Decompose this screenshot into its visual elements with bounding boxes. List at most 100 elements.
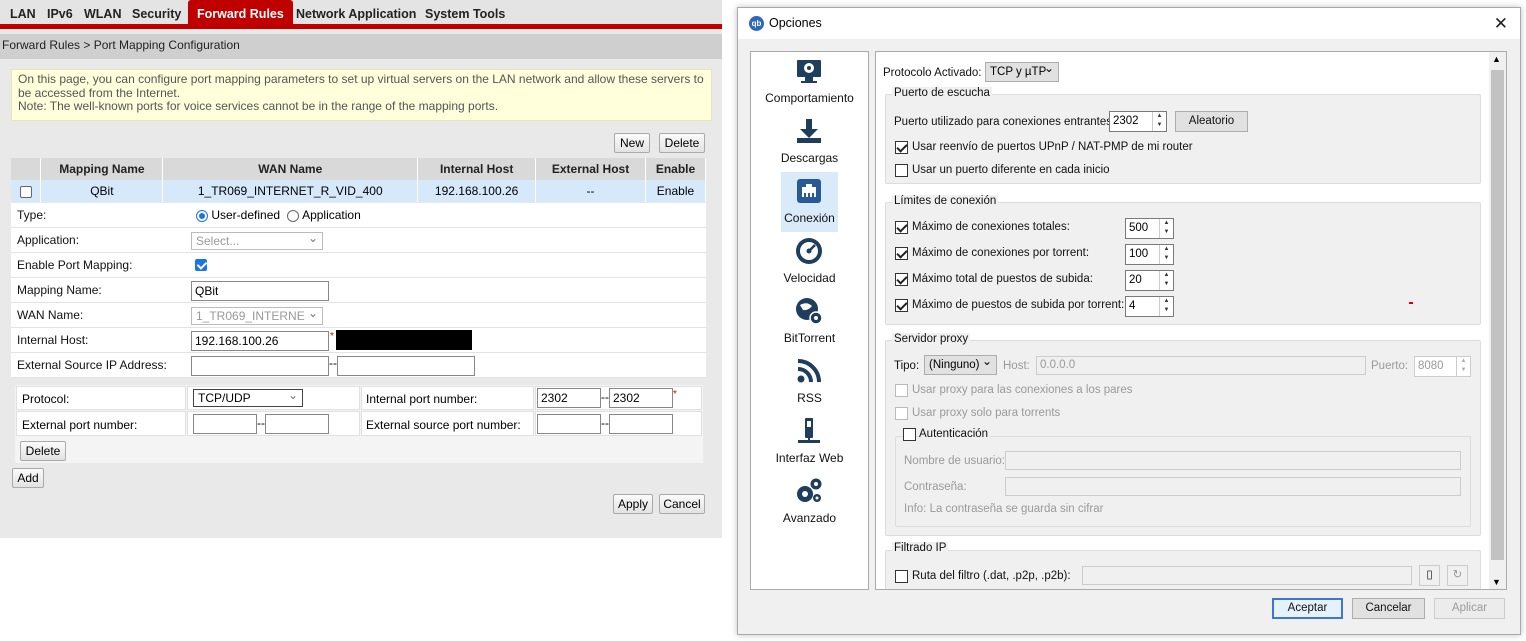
cancel-button[interactable]: Cancel (659, 494, 705, 514)
nav-security[interactable]: Security (132, 0, 181, 29)
row-checkbox[interactable] (19, 185, 32, 198)
nav-forward-rules[interactable]: Forward Rules (188, 0, 293, 29)
auth-checkbox[interactable] (903, 428, 916, 441)
application-row: Application: Select... (11, 228, 706, 253)
external-port-end-input[interactable] (265, 414, 329, 434)
external-source-ip-end-input[interactable] (337, 356, 475, 376)
close-icon[interactable]: ✕ (1494, 14, 1508, 34)
sidebar-item-conexion[interactable]: Conexión (781, 172, 838, 232)
external-source-ip-start-input[interactable] (191, 356, 329, 376)
max-uploads-value: 20 (1129, 274, 1142, 286)
mapping-name-input[interactable]: QBit (191, 281, 329, 301)
proxy-torrents-checkbox[interactable] (895, 407, 908, 420)
external-port-cell: -- (187, 411, 360, 436)
external-source-port-start-input[interactable] (537, 414, 601, 434)
mapping-name-row: Mapping Name: QBit (11, 278, 706, 303)
user-defined-radio[interactable] (196, 209, 208, 222)
proxy-peers-checkbox[interactable] (895, 384, 908, 397)
max-connections-checkbox[interactable] (895, 221, 908, 234)
scrollbar-thumb[interactable] (1491, 70, 1504, 560)
options-sidebar: Comportamiento Descargas Conexión Veloci… (750, 51, 869, 590)
table-row[interactable]: QBit 1_TR069_INTERNET_R_VID_400 192.168.… (11, 180, 707, 202)
rss-icon (797, 359, 821, 383)
max-connections-torrent-spinbox[interactable]: 100 ▲ ▼ (1125, 244, 1174, 265)
cancel-button[interactable]: Cancelar (1352, 598, 1425, 619)
sidebar-label: Interfaz Web (775, 451, 844, 465)
ip-filter-checkbox[interactable] (895, 570, 908, 583)
scroll-down-icon[interactable]: ▼ (1492, 577, 1501, 587)
username-label: Nombre de usuario: (904, 455, 1005, 467)
ip-filter-path-input[interactable] (1082, 566, 1412, 585)
nav-ipv6[interactable]: IPv6 (47, 0, 73, 29)
upnp-checkbox[interactable] (895, 141, 908, 154)
column-header: WAN Name (162, 158, 419, 180)
random-port-button[interactable]: Aleatorio (1175, 111, 1248, 132)
table-cell: -- (535, 180, 646, 202)
sidebar-item-velocidad[interactable]: Velocidad (751, 232, 868, 292)
reload-icon[interactable]: ↻ (1447, 565, 1468, 586)
spin-arrows-icon[interactable]: ▲ ▼ (1456, 357, 1470, 376)
spin-arrows-icon[interactable]: ▲ ▼ (1159, 219, 1173, 238)
accept-button[interactable]: Aceptar (1272, 598, 1343, 619)
max-connections-spinbox[interactable]: 500 ▲ ▼ (1125, 218, 1174, 239)
internal-port-end-input[interactable]: 2302 (609, 388, 673, 408)
sidebar-label: BitTorrent (783, 331, 836, 345)
proxy-port-value: 8080 (1418, 360, 1444, 372)
protocol-select-cell: TCP/UDP (187, 386, 360, 410)
password-input[interactable] (1005, 477, 1461, 496)
nav-system-tools[interactable]: System Tools (425, 0, 505, 29)
sidebar-item-comportamiento[interactable]: Comportamiento (751, 52, 868, 112)
spin-arrows-icon[interactable]: ▲ ▼ (1159, 297, 1173, 316)
wan-name-select[interactable]: 1_TR069_INTERNE (191, 305, 323, 325)
nav-wlan[interactable]: WLAN (84, 0, 122, 29)
spin-arrows-icon[interactable]: ▲ ▼ (1159, 271, 1173, 290)
external-port-start-input[interactable] (193, 414, 257, 434)
port-value: 2302 (1113, 115, 1139, 127)
add-button[interactable]: Add (12, 468, 44, 488)
delete-button[interactable]: Delete (659, 133, 705, 153)
username-input[interactable] (1005, 451, 1461, 470)
sidebar-item-descargas[interactable]: Descargas (751, 112, 868, 172)
content-scrollbar[interactable]: ▲ ▼ (1489, 52, 1506, 589)
spin-arrows-icon[interactable]: ▲ ▼ (1152, 112, 1166, 131)
sidebar-item-bittorrent[interactable]: BitTorrent (751, 292, 868, 352)
application-select[interactable]: Select... (191, 230, 323, 250)
apply-button[interactable]: Apply (613, 494, 653, 514)
enable-checkbox[interactable] (195, 259, 207, 271)
web-ui-icon (798, 418, 820, 443)
nav-network-application[interactable]: Network Application (296, 0, 416, 29)
breadcrumb: Forward Rules > Port Mapping Configurati… (0, 34, 722, 59)
sidebar-item-interfaz-web[interactable]: Interfaz Web (751, 412, 868, 472)
sidebar-label: Comportamiento (765, 91, 854, 105)
sidebar-item-rss[interactable]: RSS (751, 352, 868, 412)
proxy-host-input[interactable]: 0.0.0.0 (1036, 356, 1366, 375)
sidebar-item-avanzado[interactable]: Avanzado (751, 472, 868, 532)
different-port-checkbox[interactable] (895, 164, 908, 177)
protocol-select[interactable]: TCP y µTP (985, 59, 1059, 82)
password-info: Info: La contraseña se guarda sin cifrar (904, 503, 1104, 515)
browse-file-icon[interactable]: ▯ (1419, 565, 1440, 586)
internal-host-input[interactable]: 192.168.100.26 (191, 331, 329, 351)
proxy-torrents-label: Usar proxy solo para torrents (912, 407, 1061, 419)
application-radio[interactable] (287, 209, 300, 222)
proxy-type-select[interactable]: (Ninguno) (924, 352, 997, 375)
spin-arrows-icon[interactable]: ▲ ▼ (1159, 245, 1173, 264)
protocol-select[interactable]: TCP/UDP (193, 387, 303, 407)
range-dash: -- (329, 356, 337, 370)
max-uploads-torrent-checkbox[interactable] (895, 299, 908, 312)
proxy-host-label: Host: (1003, 360, 1030, 372)
new-button[interactable]: New (614, 133, 650, 153)
apply-button[interactable]: Aplicar (1434, 598, 1505, 619)
internal-port-start-input[interactable]: 2302 (537, 388, 601, 408)
max-connections-torrent-checkbox[interactable] (895, 247, 908, 260)
port-spinbox[interactable]: 2302 ▲ ▼ (1109, 111, 1167, 132)
max-uploads-spinbox[interactable]: 20 ▲ ▼ (1125, 270, 1174, 291)
max-uploads-torrent-spinbox[interactable]: 4 ▲ ▼ (1125, 296, 1174, 317)
scroll-up-icon[interactable]: ▲ (1492, 54, 1501, 64)
nav-lan[interactable]: LAN (10, 0, 36, 29)
external-source-port-end-input[interactable] (609, 414, 673, 434)
select-column-header (11, 158, 42, 180)
row-delete-button[interactable]: Delete (20, 441, 66, 461)
max-uploads-checkbox[interactable] (895, 273, 908, 286)
proxy-port-spinbox[interactable]: 8080 ▲ ▼ (1414, 356, 1471, 377)
